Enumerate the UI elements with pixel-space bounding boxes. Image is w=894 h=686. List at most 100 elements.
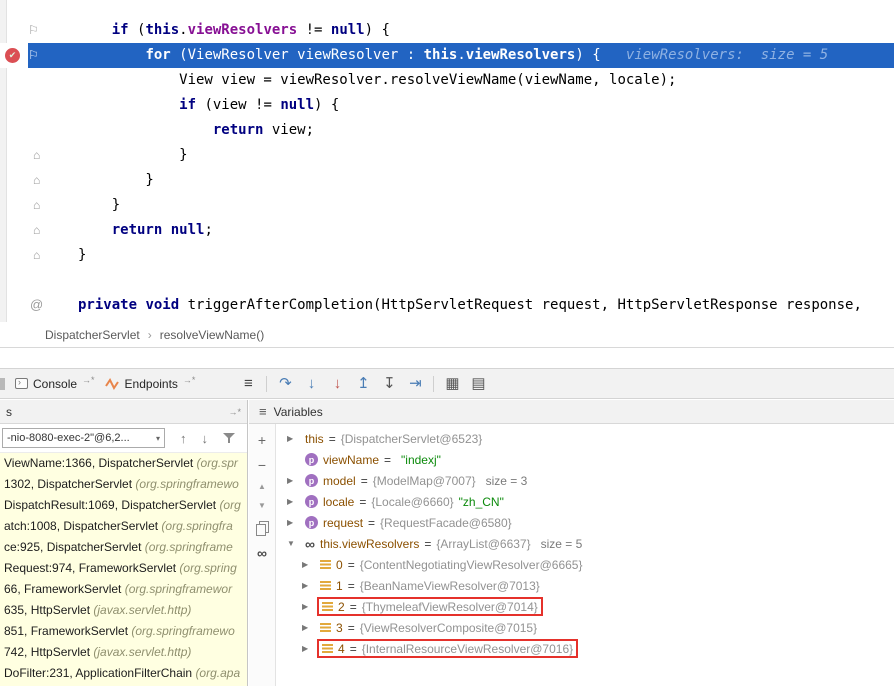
stack-frame[interactable]: DispatchResult:1069, DispatcherServlet (…	[0, 495, 247, 516]
add-watch-icon[interactable]: +	[258, 433, 266, 447]
fold-marker-icon[interactable]: ⌂	[33, 249, 40, 261]
code-line[interactable]: private void triggerAfterCompletion(Http…	[0, 293, 894, 318]
stack-frame[interactable]: Request:974, FrameworkServlet (org.sprin…	[0, 558, 247, 579]
variable-row[interactable]: ▶1={BeanNameViewResolver@7013}	[277, 575, 894, 596]
breadcrumb-method[interactable]: resolveViewName()	[160, 328, 264, 342]
code-token: return	[213, 122, 264, 138]
variable-content: 3={ViewResolverComposite@7015}	[317, 618, 540, 637]
code-token: }	[78, 247, 86, 263]
previous-frame-icon[interactable]: ↑	[180, 431, 187, 446]
code-token: (	[129, 22, 146, 38]
breadcrumb-separator: ›	[148, 328, 152, 342]
variables-menu-icon[interactable]: ≡	[259, 404, 267, 419]
breadcrumb-class[interactable]: DispatcherServlet	[45, 328, 140, 342]
variable-row[interactable]: pviewName="indexj"	[277, 449, 894, 470]
tab-endpoints[interactable]: Endpoints →*	[105, 377, 196, 391]
variable-content: plocale={Locale@6660}"zh_CN"	[302, 492, 507, 511]
scroll-down-icon[interactable]: ▼	[258, 502, 266, 510]
filter-icon[interactable]	[223, 432, 235, 444]
next-frame-icon[interactable]: ↓	[202, 431, 209, 446]
hamburger-icon[interactable]: ≡	[235, 376, 261, 391]
variable-content: ∞this.viewResolvers={ArrayList@6637}size…	[302, 534, 585, 553]
equals-sign: =	[368, 516, 375, 530]
copy-icon[interactable]	[256, 521, 269, 535]
stack-frame[interactable]: 742, HttpServlet (javax.servlet.http)	[0, 642, 247, 663]
scroll-up-icon[interactable]: ▲	[258, 483, 266, 491]
run-to-cursor-icon[interactable]: ⇥	[402, 376, 428, 391]
collapse-arrow-icon[interactable]: ▼	[287, 539, 302, 548]
variable-row[interactable]: ▶2={ThymeleafViewResolver@7014}	[277, 596, 894, 617]
thread-dropdown[interactable]: -nio-8080-exec-2"@6,2... ▾	[2, 428, 165, 448]
variable-row[interactable]: ▶0={ContentNegotiatingViewResolver@6665}	[277, 554, 894, 575]
endpoints-icon	[105, 377, 120, 390]
variable-row[interactable]: ▶3={ViewResolverComposite@7015}	[277, 617, 894, 638]
remove-watch-icon[interactable]: −	[258, 458, 266, 472]
expand-arrow-icon[interactable]: ▶	[287, 497, 302, 506]
stack-frame[interactable]: 1302, DispatcherServlet (org.springframe…	[0, 474, 247, 495]
frame-package: (org.springframewo	[135, 477, 238, 491]
code-line[interactable]: return view;	[0, 118, 894, 143]
stack-frame[interactable]: atch:1008, DispatcherServlet (org.spring…	[0, 516, 247, 537]
bookmark-flag-icon[interactable]: ⚐	[28, 49, 39, 61]
stack-frame[interactable]: ce:925, DispatcherServlet (org.springfra…	[0, 537, 247, 558]
variable-content: 1={BeanNameViewResolver@7013}	[317, 576, 543, 595]
code-line[interactable]	[0, 268, 894, 293]
code-line[interactable]: View view = viewResolver.resolveViewName…	[0, 68, 894, 93]
code-token: viewResolvers: size = 5	[626, 47, 828, 63]
step-into-icon[interactable]: ↓	[298, 376, 324, 391]
console-tab-pin-icon[interactable]: →*	[82, 375, 95, 385]
variable-row[interactable]: ▼∞this.viewResolvers={ArrayList@6637}siz…	[277, 533, 894, 554]
view-as-table-icon[interactable]: ▦	[439, 376, 465, 391]
force-step-into-icon[interactable]: ↓	[324, 376, 350, 391]
stack-frame[interactable]: ViewName:1366, DispatcherServlet (org.sp…	[0, 453, 247, 474]
code-token: triggerAfterCompletion(HttpServletReques…	[179, 297, 862, 313]
stack-frame[interactable]: DoFilter:231, ApplicationFilterChain (or…	[0, 663, 247, 684]
expand-arrow-icon[interactable]: ▶	[287, 434, 302, 443]
tab-console[interactable]: Console →*	[15, 377, 95, 391]
variable-row[interactable]: ▶plocale={Locale@6660}"zh_CN"	[277, 491, 894, 512]
variable-row[interactable]: ▶this={DispatcherServlet@6523}	[277, 428, 894, 449]
expand-arrow-icon[interactable]: ▶	[302, 623, 317, 632]
step-out-icon[interactable]: ↥	[350, 376, 376, 391]
code-line[interactable]: if (this.viewResolvers != null) {	[0, 18, 894, 43]
show-watches-icon[interactable]: ∞	[257, 546, 267, 560]
stack-frame[interactable]: 635, HttpServlet (javax.servlet.http)	[0, 600, 247, 621]
variable-name: request	[323, 516, 363, 530]
current-execution-line[interactable]: for (ViewResolver viewResolver : this.vi…	[0, 43, 894, 68]
equals-sign: =	[348, 558, 355, 572]
code-line[interactable]: }	[0, 143, 894, 168]
stack-frame[interactable]: 851, FrameworkServlet (org.springframewo	[0, 621, 247, 642]
expand-arrow-icon[interactable]: ▶	[302, 581, 317, 590]
parameter-icon: p	[305, 495, 318, 508]
fold-marker-icon[interactable]: ⌂	[33, 224, 40, 236]
frame-package: (javax.servlet.http)	[93, 603, 191, 617]
code-line[interactable]: }	[0, 168, 894, 193]
variable-row[interactable]: ▶prequest={RequestFacade@6580}	[277, 512, 894, 533]
fold-marker-icon[interactable]: ⌂	[33, 199, 40, 211]
endpoints-tab-pin-icon[interactable]: →*	[183, 375, 196, 385]
code-line[interactable]: }	[0, 193, 894, 218]
expand-arrow-icon[interactable]: ▶	[302, 560, 317, 569]
toolbar-separator	[266, 376, 267, 392]
expand-arrow-icon[interactable]: ▶	[302, 602, 317, 611]
code-line[interactable]: }	[0, 243, 894, 268]
expand-arrow-icon[interactable]: ▶	[302, 644, 317, 653]
expand-arrow-icon[interactable]: ▶	[287, 518, 302, 527]
step-over-icon[interactable]: ↷	[272, 376, 298, 391]
code-line[interactable]: if (view != null) {	[0, 93, 894, 118]
breakpoint-icon[interactable]: ✔	[5, 48, 20, 63]
bookmark-flag-icon[interactable]: ⚐	[28, 24, 39, 36]
expand-arrow-icon[interactable]: ▶	[287, 476, 302, 485]
drop-frame-icon[interactable]: ↧	[376, 376, 402, 391]
frames-pin-icon[interactable]: →*	[228, 407, 241, 417]
annotation-icon: @	[30, 298, 43, 311]
variable-row[interactable]: ▶pmodel={ModelMap@7007}size = 3	[277, 470, 894, 491]
stack-frame[interactable]: 66, FrameworkServlet (org.springframewor	[0, 579, 247, 600]
layout-settings-icon[interactable]: ▤	[465, 376, 491, 391]
code-line[interactable]: return null;	[0, 218, 894, 243]
variable-value: {ModelMap@7007}	[373, 474, 476, 488]
highlighted-variable: 2={ThymeleafViewResolver@7014}	[317, 597, 543, 616]
variable-row[interactable]: ▶4={InternalResourceViewResolver@7016}	[277, 638, 894, 659]
fold-marker-icon[interactable]: ⌂	[33, 174, 40, 186]
fold-marker-icon[interactable]: ⌂	[33, 149, 40, 161]
